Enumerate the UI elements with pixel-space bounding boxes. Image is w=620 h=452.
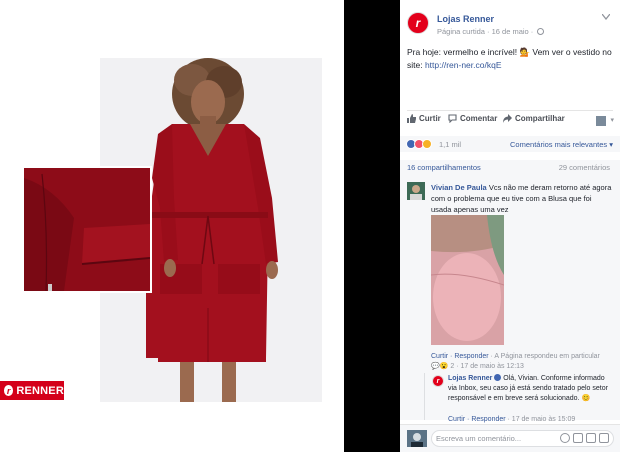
reactions-bar: 1,1 mil Comentários mais relevantes ▾: [400, 136, 620, 152]
gif-icon[interactable]: [586, 433, 596, 443]
reply-time: · 17 de maio às 15:09: [505, 416, 576, 423]
fabric-detail-image: [24, 168, 150, 291]
like-icon: [407, 114, 416, 123]
comment-label: Comentar: [460, 114, 498, 123]
comment: Vivian De Paula Vcs não me deram retorno…: [431, 182, 613, 215]
reply-thread-line: [424, 373, 425, 420]
emoji-icon[interactable]: [560, 433, 570, 443]
comment-input[interactable]: [432, 431, 552, 446]
comment-composer: [400, 424, 620, 452]
like-button[interactable]: Curtir: [407, 114, 441, 123]
post-link[interactable]: http://ren-ner.co/kqE: [425, 60, 502, 70]
chevron-down-icon[interactable]: [601, 12, 611, 21]
page-avatar[interactable]: r: [407, 12, 429, 34]
page-avatar-glyph: r: [415, 16, 421, 30]
sticker-icon[interactable]: [599, 433, 609, 443]
comment-like-reply-links[interactable]: Curtir · Responder: [431, 353, 489, 360]
fabric-detail-inset: [22, 166, 152, 293]
shares-count-link[interactable]: 16 compartilhamentos: [407, 163, 481, 172]
reply-like-reply-links[interactable]: Curtir · Responder: [448, 416, 506, 423]
globe-icon: [537, 28, 545, 35]
renner-logo-icon: r: [4, 385, 14, 396]
reply-author[interactable]: Lojas Renner: [448, 375, 492, 382]
renner-logo-badge: r RENNER: [0, 381, 64, 400]
comment-author[interactable]: Vivian De Paula: [431, 183, 487, 192]
share-label: Compartilhar: [515, 114, 565, 123]
reply-avatar-glyph: r: [436, 378, 440, 385]
facebook-post-panel: r Lojas Renner Página curtida · 16 de ma…: [400, 0, 620, 452]
comment-meta-line2: 💬😮 2 · 17 de maio às 12:13: [431, 363, 524, 370]
comment-input-wrapper: [431, 430, 614, 447]
page-name-link[interactable]: Lojas Renner: [437, 14, 494, 24]
wow-reaction-icon[interactable]: [422, 139, 432, 149]
post-actions: Curtir Comentar Compartilhar ▾: [400, 114, 620, 128]
share-icon: [503, 114, 512, 123]
chevron-down-icon[interactable]: ▾: [610, 116, 614, 124]
brand-name: RENNER: [16, 384, 64, 397]
verified-icon: [494, 374, 502, 381]
reaction-count[interactable]: 1,1 mil: [439, 140, 461, 149]
post-header: r Lojas Renner Página curtida · 16 de ma…: [400, 0, 620, 42]
reply-avatar[interactable]: r: [432, 375, 444, 387]
comment-icon: [448, 114, 457, 123]
comments-list: Vivian De Paula Vcs não me deram retorno…: [400, 174, 620, 423]
comment-actions: Curtir · Responder · A Página respondeu …: [431, 352, 600, 372]
reply-comment: Lojas Renner Olá, Vivian. Conforme infor…: [448, 374, 614, 404]
post-meta: Página curtida · 16 de maio ·: [437, 27, 545, 36]
comment-photo[interactable]: [431, 215, 504, 345]
comments-count[interactable]: 29 comentários: [559, 163, 610, 172]
commenter-avatar[interactable]: [407, 182, 425, 200]
share-button[interactable]: Compartilhar: [503, 114, 565, 123]
stats-row: 16 compartilhamentos 29 comentários: [400, 160, 620, 174]
like-label: Curtir: [419, 114, 441, 123]
composer-icons: [560, 433, 609, 443]
post-meta-text[interactable]: Página curtida · 16 de maio ·: [437, 27, 533, 36]
photo-panel[interactable]: r RENNER: [0, 0, 344, 452]
comment-button[interactable]: Comentar: [448, 114, 497, 123]
comment-meta-extra: · A Página respondeu em particular: [488, 353, 600, 360]
current-user-avatar: [407, 430, 427, 447]
post-text: Pra hoje: vermelho e incrível! 💁 Vem ver…: [407, 46, 613, 72]
camera-icon[interactable]: [573, 433, 583, 443]
acting-as-avatar[interactable]: [596, 116, 606, 126]
comment-sort-dropdown[interactable]: Comentários mais relevantes ▾: [510, 140, 613, 149]
divider: [407, 110, 613, 111]
